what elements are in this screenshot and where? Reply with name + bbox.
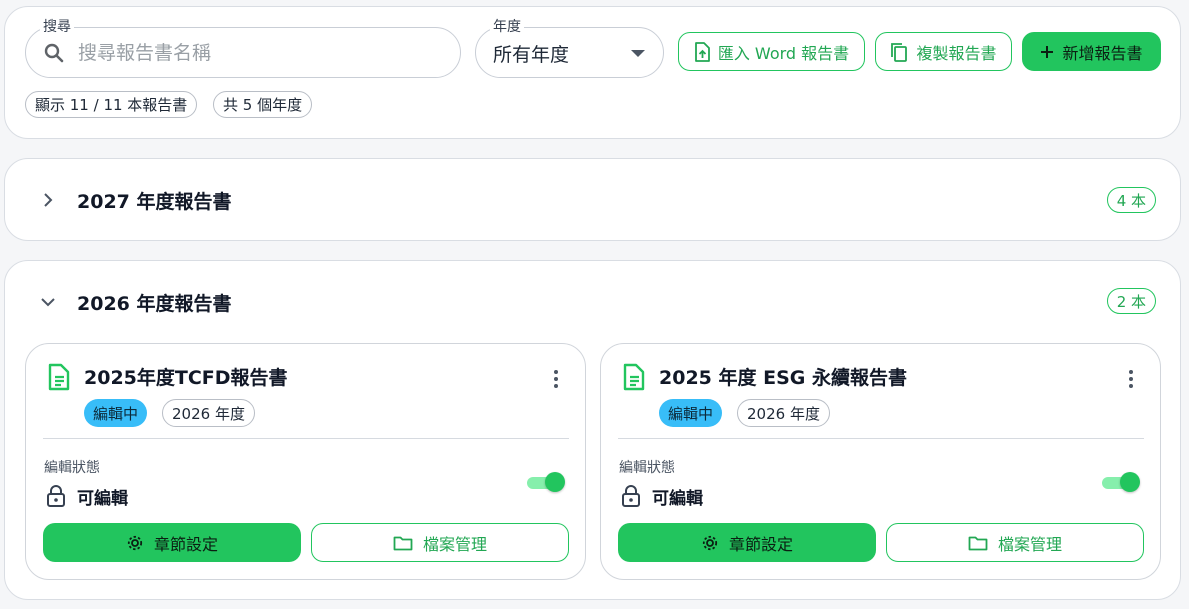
card-title: 2025年度TCFD報告書 — [84, 367, 288, 389]
year-select-value: 所有年度 — [493, 44, 570, 66]
edit-state-value: 可編輯 — [77, 489, 128, 509]
lock-open-icon — [622, 485, 640, 507]
search-input[interactable] — [78, 38, 448, 68]
chapter-settings-button[interactable]: 章節設定 — [618, 523, 876, 562]
group-header[interactable]: 2026 年度報告書 2 本 — [5, 261, 1180, 341]
caret-down-icon — [631, 50, 645, 57]
group-title: 2026 年度報告書 — [77, 293, 232, 315]
card-title: 2025 年度 ESG 永續報告書 — [659, 367, 907, 389]
group-count-badge: 4 本 — [1106, 187, 1156, 213]
chapter-settings-label: 章節設定 — [153, 534, 218, 554]
toolbar-panel: 搜尋 年度 所有年度 匯入 Word 報告書 複製報告書 新增報告書 顯示 11… — [4, 6, 1181, 139]
editable-toggle[interactable] — [1102, 471, 1140, 493]
status-badge: 編輯中 — [84, 399, 148, 427]
document-icon — [623, 363, 645, 391]
copy-report-label: 複製報告書 — [916, 43, 997, 63]
add-report-button[interactable]: 新增報告書 — [1022, 32, 1161, 71]
file-management-button[interactable]: 檔案管理 — [886, 523, 1144, 562]
folder-icon — [393, 536, 413, 550]
report-count-chip: 顯示 11 / 11 本報告書 — [25, 91, 198, 118]
chapter-settings-label: 章節設定 — [728, 534, 793, 554]
folder-icon — [968, 536, 988, 550]
gear-icon — [702, 535, 718, 550]
year-select[interactable]: 年度 所有年度 — [475, 18, 664, 78]
year-select-label: 年度 — [490, 18, 524, 36]
document-icon — [48, 363, 70, 391]
chevron-right-icon — [44, 193, 53, 207]
gear-icon — [127, 535, 143, 550]
copy-icon — [891, 42, 908, 62]
group-count-badge: 2 本 — [1106, 288, 1156, 314]
year-count-chip: 共 5 個年度 — [213, 91, 313, 118]
lock-open-icon — [47, 485, 65, 507]
edit-state-label: 編輯狀態 — [619, 460, 675, 476]
plus-icon — [1041, 45, 1054, 58]
editable-toggle[interactable] — [527, 471, 565, 493]
chevron-down-icon — [41, 298, 55, 307]
upload-file-icon — [694, 41, 710, 62]
add-report-label: 新增報告書 — [1062, 43, 1143, 63]
year-group-2027: 2027 年度報告書 4 本 — [4, 158, 1181, 241]
divider — [43, 438, 569, 439]
search-label: 搜尋 — [40, 18, 74, 36]
file-management-label: 檔案管理 — [997, 534, 1062, 554]
report-card: 2025年度TCFD報告書 編輯中 2026 年度 編輯狀態 可編輯 章節設定 — [25, 343, 586, 580]
copy-report-button[interactable]: 複製報告書 — [875, 32, 1012, 71]
year-badge: 2026 年度 — [162, 399, 255, 427]
divider — [618, 438, 1144, 439]
group-header[interactable]: 2027 年度報告書 4 本 — [5, 159, 1180, 239]
year-badge: 2026 年度 — [737, 399, 830, 427]
chapter-settings-button[interactable]: 章節設定 — [43, 523, 301, 562]
toggle-thumb — [1120, 472, 1140, 492]
status-badge: 編輯中 — [659, 399, 723, 427]
file-management-label: 檔案管理 — [422, 534, 487, 554]
file-management-button[interactable]: 檔案管理 — [311, 523, 569, 562]
group-title: 2027 年度報告書 — [77, 191, 232, 213]
toggle-thumb — [545, 472, 565, 492]
search-icon — [44, 43, 64, 63]
report-card: 2025 年度 ESG 永續報告書 編輯中 2026 年度 編輯狀態 可編輯 章… — [600, 343, 1161, 580]
more-vert-icon[interactable] — [1128, 369, 1134, 389]
import-word-label: 匯入 Word 報告書 — [717, 43, 850, 63]
edit-state-label: 編輯狀態 — [44, 460, 100, 476]
edit-state-value: 可編輯 — [652, 489, 703, 509]
import-word-button[interactable]: 匯入 Word 報告書 — [678, 32, 865, 71]
more-vert-icon[interactable] — [553, 369, 559, 389]
search-field[interactable]: 搜尋 — [25, 18, 461, 78]
year-group-2026: 2026 年度報告書 2 本 2025年度TCFD報告書 編輯中 2026 年度… — [4, 260, 1181, 600]
